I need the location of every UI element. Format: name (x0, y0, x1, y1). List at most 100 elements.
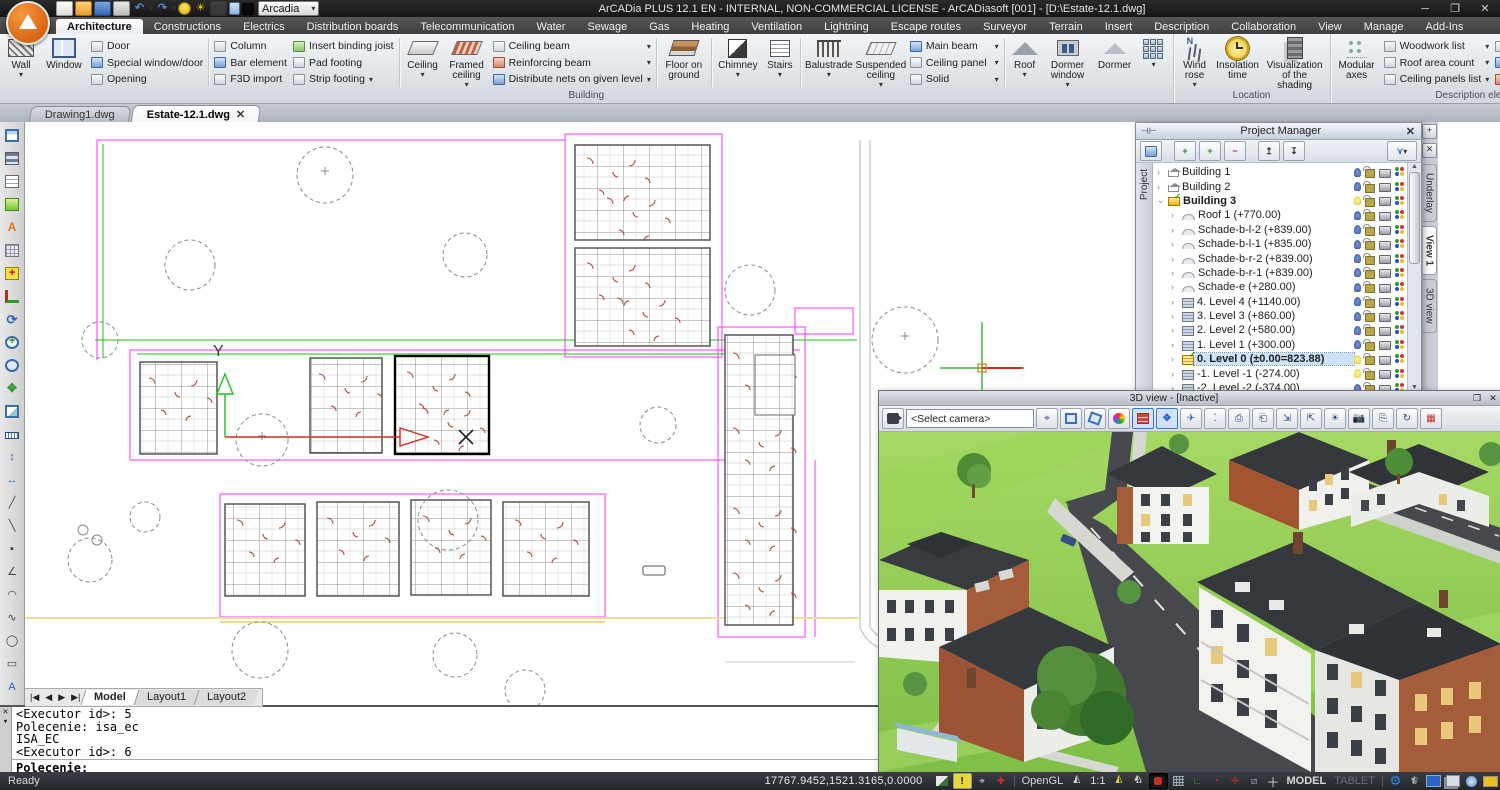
orbit-mode-icon[interactable]: ✥ (1156, 408, 1178, 429)
tab-layout2[interactable]: Layout2 (194, 690, 259, 705)
scroll-up-icon[interactable]: ▲ (1411, 163, 1418, 170)
minimize-button[interactable]: ─ (1410, 1, 1440, 17)
move-level-up-icon[interactable]: ↥ (1258, 141, 1280, 161)
tree-row-roof1[interactable]: ›Roof 1 (+770.00) (1153, 208, 1407, 222)
pad-footing-button[interactable]: Pad footing (293, 56, 394, 70)
grid-display-toggle[interactable] (1170, 774, 1187, 788)
style-selector[interactable]: Arcadia ▾ (258, 1, 319, 16)
regen-tool-icon[interactable]: ⟳ (1, 308, 24, 330)
dock-tab-3d-view[interactable]: 3D view (1423, 279, 1437, 333)
undo-icon[interactable]: ↶ (132, 2, 147, 15)
spline-tool-icon[interactable]: ∿ (1, 607, 24, 629)
next-layout-icon[interactable]: ▶ (55, 692, 68, 703)
bar-element-button[interactable]: Bar element (214, 56, 287, 70)
user-profile-icon[interactable]: 🨀 (1406, 774, 1423, 788)
stairs-button[interactable]: Stairs ▾ (762, 35, 798, 90)
grid-toggle-icon[interactable] (1, 239, 24, 261)
ruler-tool-icon[interactable] (1, 423, 24, 445)
row-toggles[interactable] (1354, 253, 1407, 265)
properties-list-icon[interactable] (1, 170, 24, 192)
display-settings-icon[interactable] (1425, 774, 1442, 788)
woodwork-list-button[interactable]: Woodwork list▾ (1384, 39, 1490, 53)
save-camera-icon[interactable]: ⎗ (1252, 408, 1274, 429)
tree-row-level-minus1[interactable]: ›-1. Level -1 (-274.00) (1153, 366, 1407, 380)
settings-gear-icon[interactable]: ⚙ (1387, 774, 1404, 788)
ceiling-beam-button[interactable]: Ceiling beam▾ (493, 39, 651, 53)
project-tree-scrollbar[interactable]: ▲ ▼ (1407, 163, 1421, 391)
3d-view-close-icon[interactable]: ✕ (1485, 393, 1500, 404)
tab-gas[interactable]: Gas (638, 19, 680, 34)
project-side-tab[interactable]: Project (1136, 163, 1153, 391)
ceiling-panel-dropdown-arrow[interactable]: ▾ (995, 59, 999, 66)
tab-model[interactable]: Model (81, 690, 139, 705)
3d-view-restore-icon[interactable]: ❐ (1469, 393, 1485, 404)
prev-layout-icon[interactable]: ◀ (42, 692, 55, 703)
item-list-button[interactable]: Item list▾ (1495, 39, 1500, 53)
distribute-nets-dropdown-arrow[interactable]: ▾ (647, 76, 651, 83)
ortho-toggle-icon[interactable] (1, 285, 24, 307)
layers-tool-icon[interactable] (1, 147, 24, 169)
annotation-warning-toggle[interactable]: ! (953, 773, 972, 789)
tab-architecture[interactable]: Architecture (56, 19, 143, 34)
3d-view-titlebar[interactable]: 3D view - [Inactive] ❐ ✕ (879, 391, 1500, 406)
osnap-toggle[interactable]: ✛ (1227, 774, 1244, 788)
suspended-ceiling-dropdown-arrow[interactable]: ▾ (879, 81, 883, 88)
chimney-button[interactable]: Chimney ▾ (714, 35, 762, 90)
add-building-icon[interactable]: + (1174, 141, 1196, 161)
zoom-in-tool-icon[interactable] (1, 331, 24, 353)
ceiling-panels-list-dropdown-arrow[interactable]: ▾ (1485, 76, 1489, 83)
row-toggles[interactable] (1354, 267, 1407, 279)
redo-dropdown-arrow[interactable]: ▾ (172, 5, 176, 12)
messages-icon[interactable] (1482, 774, 1499, 788)
save-icon[interactable] (94, 1, 111, 16)
dormer-button[interactable]: Dormer (1093, 35, 1137, 90)
tab-telecommunication[interactable]: Telecommunication (409, 19, 525, 34)
ceiling-panels-list-button[interactable]: Ceiling panels list▾ (1384, 72, 1490, 86)
3d-view-tool-icon[interactable] (1, 400, 24, 422)
view-cube-icon[interactable] (1060, 408, 1082, 429)
row-toggles[interactable] (1354, 324, 1407, 336)
distribute-nets-button[interactable]: Distribute nets on given level▾ (493, 72, 651, 86)
framed-ceiling-dropdown-arrow[interactable]: ▾ (465, 81, 469, 88)
special-window-door-button[interactable]: Special window/door (91, 56, 203, 70)
project-manager-titlebar[interactable]: ⊣⊢ Project Manager ✕ (1136, 123, 1421, 140)
row-toggles[interactable] (1354, 353, 1407, 365)
rectangle-tool-icon[interactable]: ▭ (1, 653, 24, 675)
walk-mode-icon[interactable]: ⁚ (1204, 408, 1226, 429)
ceiling-button[interactable]: Ceiling ▾ (402, 35, 444, 90)
roof-dropdown-arrow[interactable]: ▾ (1023, 71, 1027, 78)
material-list-button[interactable]: Material list▾ (1495, 56, 1500, 70)
solid-dropdown-arrow[interactable]: ▾ (995, 76, 999, 83)
flyover-mode-icon[interactable]: ✈ (1180, 408, 1202, 429)
reinforcing-beam-dropdown-arrow[interactable]: ▾ (647, 59, 651, 66)
tab-water[interactable]: Water (526, 19, 577, 34)
tree-row-level0-selected[interactable]: ›0. Level 0 (±0.00=823.88) (1153, 352, 1407, 366)
main-beam-dropdown-arrow[interactable]: ▾ (995, 43, 999, 50)
tablet-toggle[interactable]: TABLET (1330, 775, 1379, 787)
dock-tab-view1[interactable]: View 1 (1423, 226, 1437, 275)
tab-description[interactable]: Description (1143, 19, 1220, 34)
sun-icon[interactable]: ☀ (193, 2, 208, 15)
chimney-dropdown-arrow[interactable]: ▾ (736, 71, 740, 78)
arc-tool-icon[interactable]: ◠ (1, 584, 24, 606)
line-tool-icon[interactable]: ╱ (1, 492, 24, 514)
row-toggles[interactable] (1354, 209, 1407, 221)
wind-rose-dropdown-arrow[interactable]: ▾ (1193, 81, 1197, 88)
tab-surveyor[interactable]: Surveyor (972, 19, 1038, 34)
polar-toggle[interactable]: ◔ (1208, 774, 1225, 788)
text-style-icon[interactable]: A (1, 216, 24, 238)
suspended-ceiling-button[interactable]: Suspended ceiling ▾ (855, 35, 907, 90)
person-scale-icon[interactable]: 🨅 (1068, 774, 1085, 788)
reinforcing-beam-button[interactable]: Reinforcing beam▾ (493, 56, 651, 70)
3d-render-viewport[interactable] (879, 432, 1500, 773)
building-extra-dropdown-arrow[interactable]: ▾ (1152, 61, 1156, 68)
balustrade-dropdown-arrow[interactable]: ▾ (827, 71, 831, 78)
snapshot-icon[interactable]: 📷 (1348, 408, 1370, 429)
solid-button[interactable]: Solid▾ (910, 72, 999, 86)
tab-lightning[interactable]: Lightning (813, 19, 880, 34)
tree-row-level3[interactable]: ›3. Level 3 (+860.00) (1153, 309, 1407, 323)
dormer-window-button[interactable]: Dormer window ▾ (1043, 35, 1093, 90)
project-properties-icon[interactable] (1140, 141, 1162, 161)
render-settings-icon[interactable]: ☀ (1324, 408, 1346, 429)
strip-footing-dropdown-arrow[interactable]: ▾ (369, 76, 373, 83)
